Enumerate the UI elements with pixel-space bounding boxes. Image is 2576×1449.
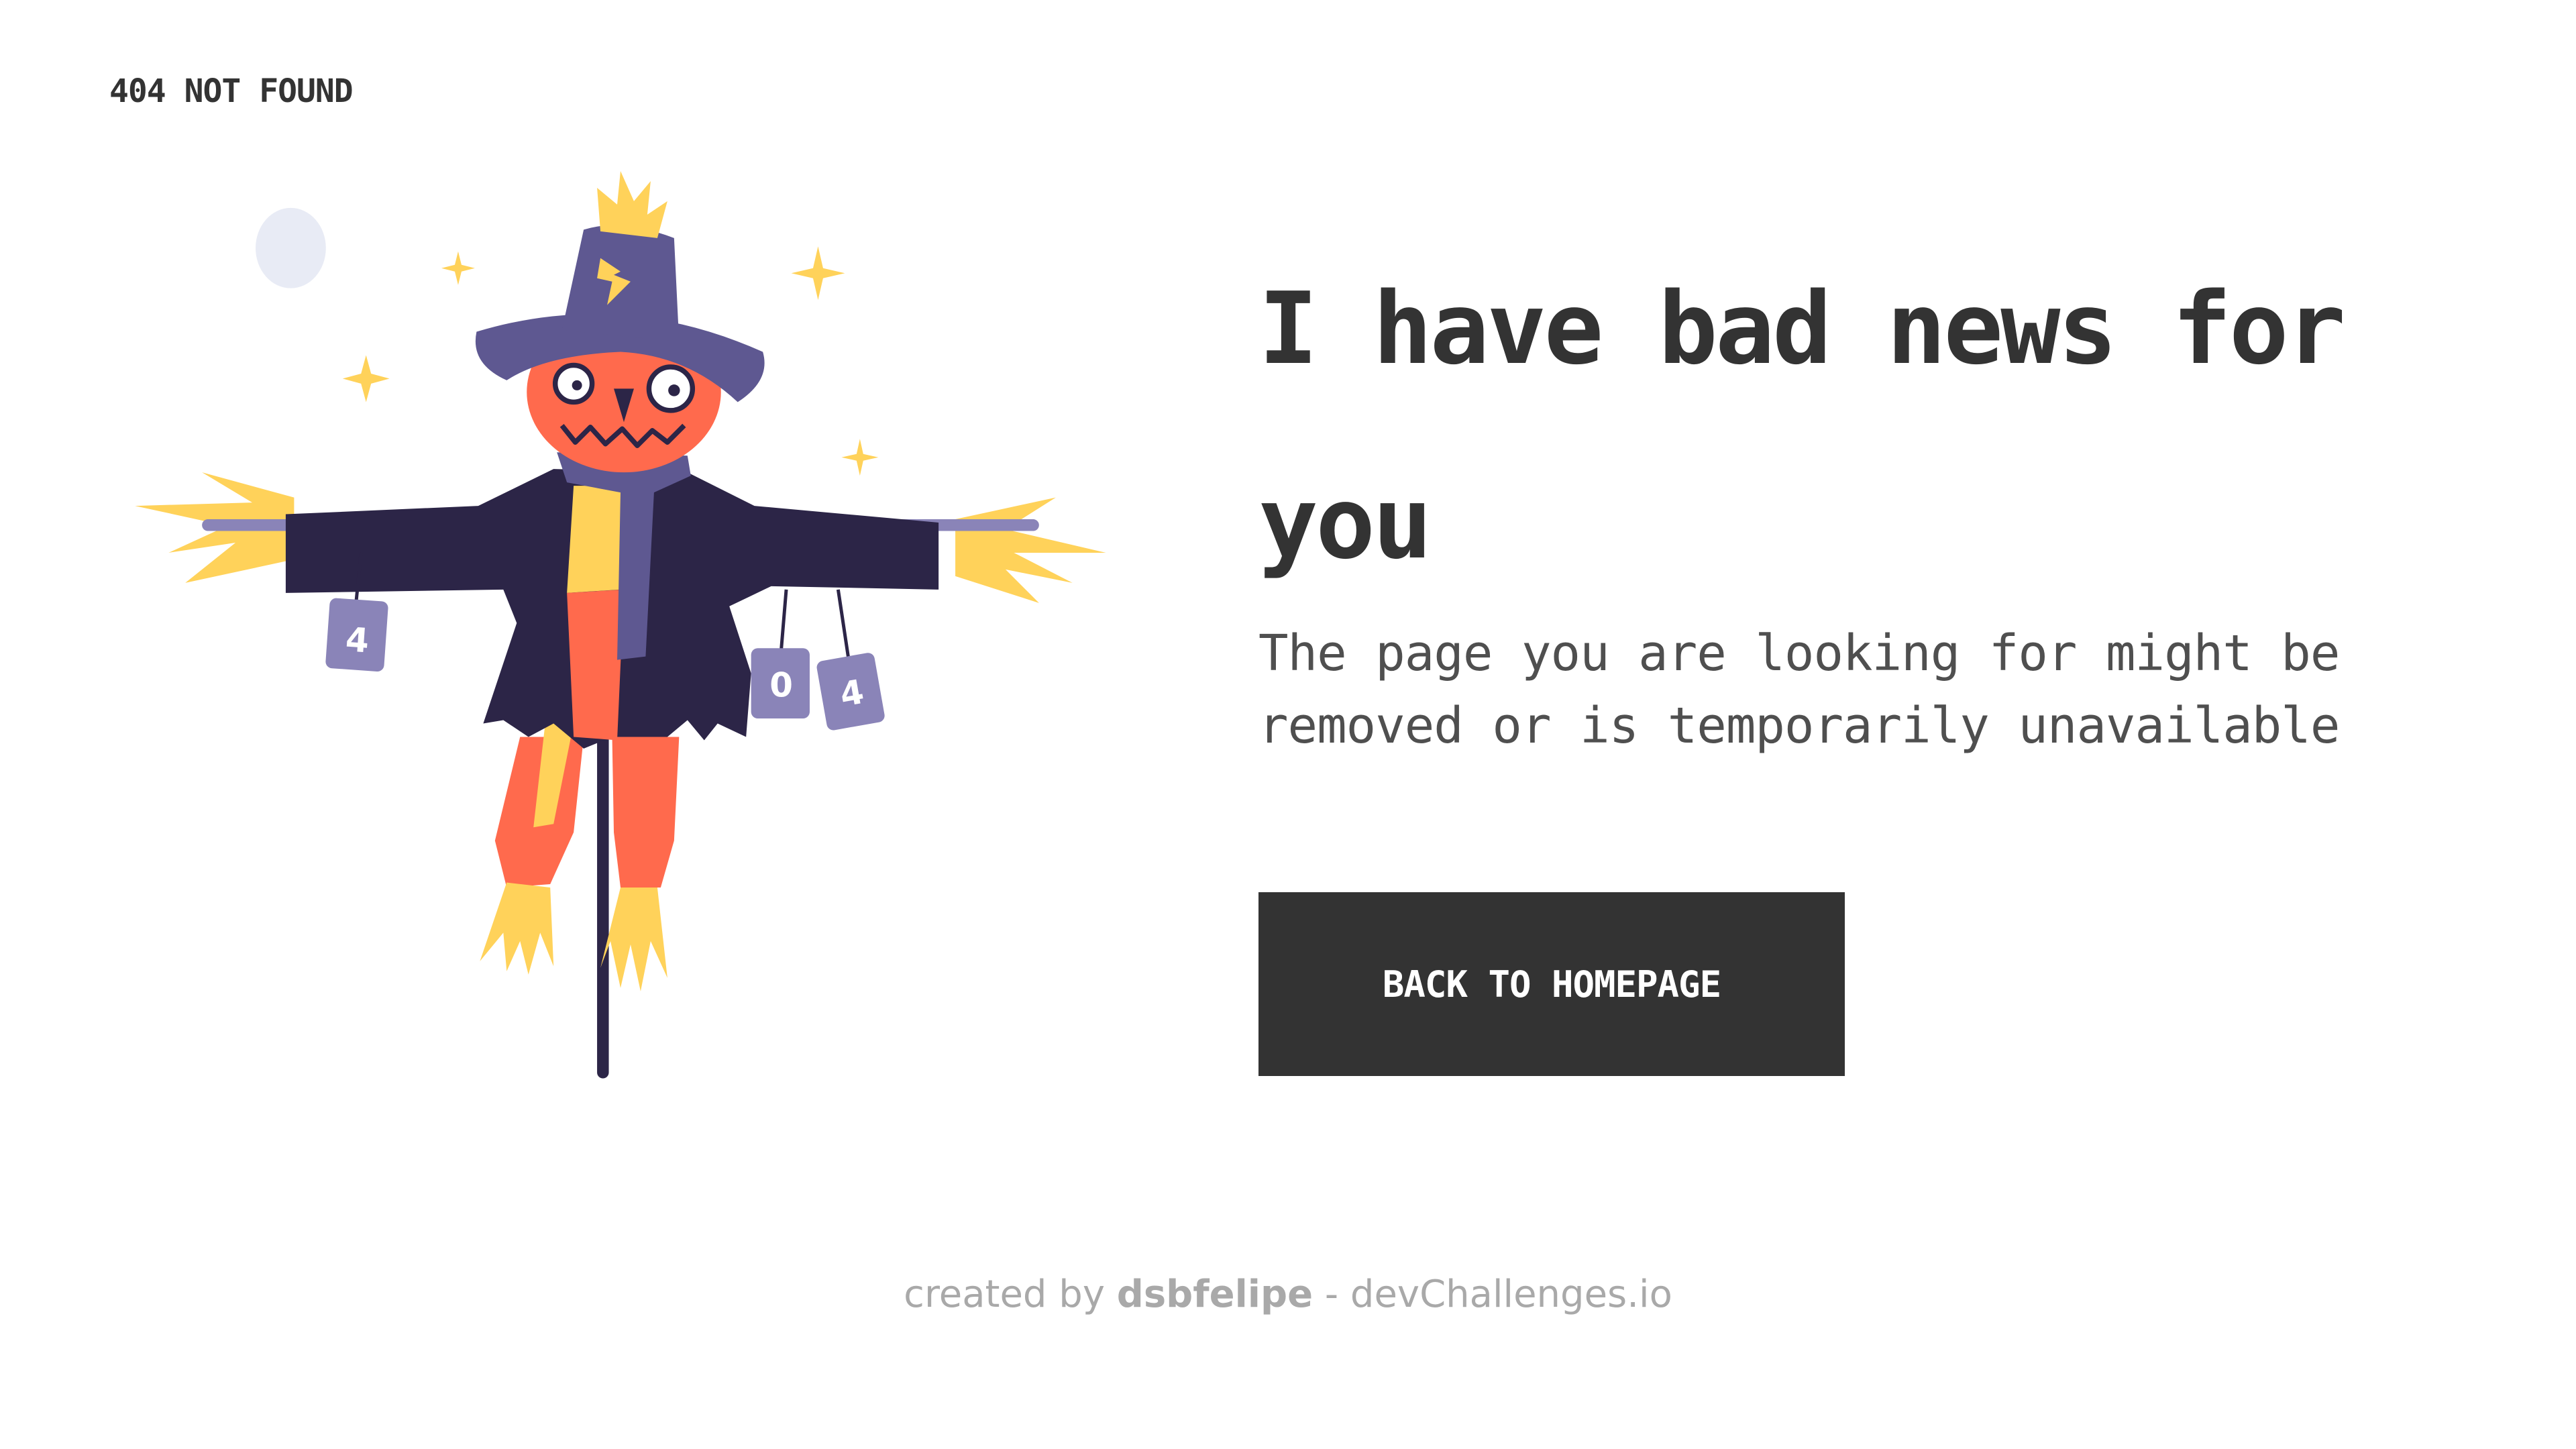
can-string xyxy=(836,589,850,657)
back-to-homepage-button[interactable]: BACK TO HOMEPAGE xyxy=(1258,892,1845,1076)
sparkle-icon xyxy=(342,355,390,402)
footer-prefix: created by xyxy=(904,1273,1105,1316)
footer-separator: - xyxy=(1324,1273,1339,1316)
moon-icon xyxy=(256,207,326,288)
page-description: The page you are looking for might be re… xyxy=(1258,625,2340,755)
page-headline: I have bad news for you xyxy=(1258,271,2346,581)
pole xyxy=(597,690,609,1079)
brand-title: 404 NOT FOUND xyxy=(109,72,354,110)
sparkle-icon xyxy=(841,439,879,476)
leg-right xyxy=(612,737,680,888)
eye-left-pupil xyxy=(572,380,582,390)
footer-site-link[interactable]: devChallenges.io xyxy=(1350,1273,1672,1316)
can-digit: 4 xyxy=(344,620,370,660)
foot-straw-right xyxy=(600,888,667,991)
eye-right-pupil xyxy=(668,384,680,396)
footer-author-link[interactable]: dsbfelipe xyxy=(1117,1273,1313,1316)
can-string xyxy=(780,589,788,650)
footer-credit: created by dsbfelipe - devChallenges.io xyxy=(0,1268,2576,1322)
sparkle-icon xyxy=(791,246,845,301)
sparkle-icon xyxy=(441,251,475,285)
shirt-lower xyxy=(567,589,624,741)
back-to-homepage-label: BACK TO HOMEPAGE xyxy=(1382,963,1721,1006)
can-digit: 0 xyxy=(769,666,793,705)
arm-straw-right xyxy=(955,497,1106,603)
foot-straw-left xyxy=(480,882,554,975)
hat-straw xyxy=(597,171,667,238)
scarecrow-illustration: 4 0 4 xyxy=(135,171,1106,1079)
